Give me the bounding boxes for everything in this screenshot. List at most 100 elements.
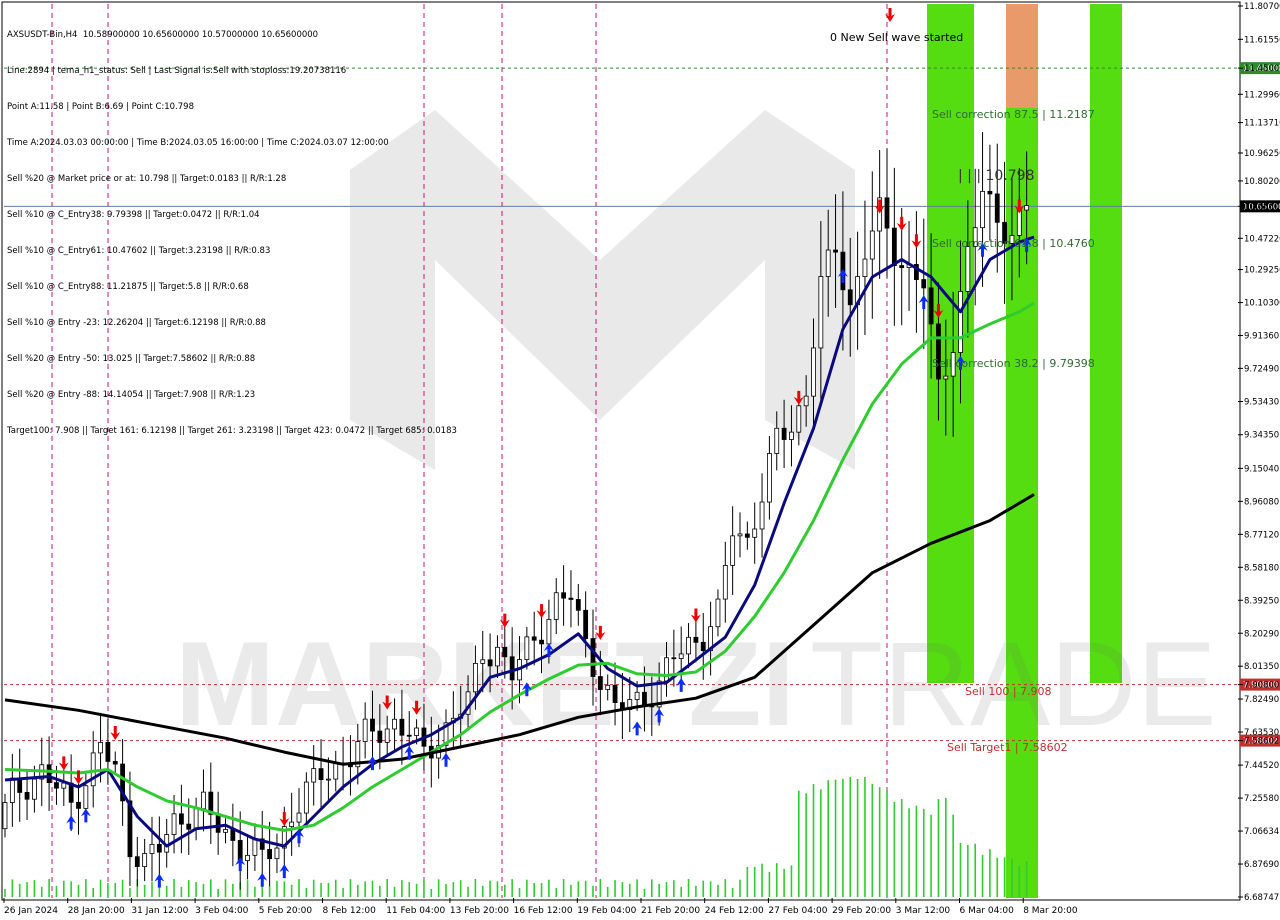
volume-bar: [945, 797, 947, 897]
candle-body: [414, 727, 420, 736]
price-tick-label: 10.96250: [1244, 149, 1280, 159]
candle-body: [752, 528, 758, 538]
correction-875-label: Sell correction 87.5 | 11.2187: [932, 108, 1095, 121]
volume-bar: [783, 868, 785, 897]
candle-body: [531, 636, 537, 641]
point-c-label: | | | 10.798: [958, 168, 1035, 184]
time-tick-label: 24 Feb 12:00: [705, 906, 764, 916]
time-tick-label: 11 Feb 04:00: [386, 906, 445, 916]
volume-bar: [702, 880, 705, 897]
volume-bar: [540, 882, 543, 897]
volume-bar: [930, 814, 932, 897]
volume-bar: [952, 814, 954, 897]
candle-body: [774, 427, 780, 454]
candle-body: [90, 752, 96, 787]
volume-bar: [562, 879, 565, 897]
volume-bar: [276, 880, 278, 897]
volume-bar: [173, 879, 175, 897]
candle-body: [392, 718, 397, 730]
volume-bar: [606, 886, 609, 897]
time-tick-label: 21 Feb 20:00: [641, 906, 700, 916]
volume-bar: [481, 885, 484, 897]
volume-bar: [900, 799, 903, 897]
price-tick-label: 11.45000: [1244, 64, 1280, 74]
price-tick-label: 8.39250: [1244, 596, 1279, 606]
volume-bar: [129, 887, 131, 897]
volume-bar: [753, 866, 756, 897]
candle-body: [333, 762, 339, 780]
volume-bar: [614, 880, 616, 897]
volume-bar: [584, 880, 587, 897]
volume-bar: [504, 884, 506, 897]
volume-bar: [151, 881, 153, 897]
volume-bar: [312, 879, 315, 897]
candle-body: [303, 781, 309, 814]
candle-body: [781, 427, 787, 440]
volume-bar: [548, 879, 550, 897]
volume-bar: [342, 887, 344, 897]
volume-bar: [798, 790, 800, 897]
candle-body: [634, 691, 640, 700]
candle-body: [575, 599, 581, 611]
candle-body: [149, 843, 155, 854]
volume-bar: [812, 784, 815, 897]
candle-body: [252, 838, 258, 856]
price-tick-label: 7.90800: [1244, 681, 1279, 691]
info-line: Sell %20 @ Entry -88: 14.14054 || Target…: [7, 390, 256, 400]
volume-bar: [496, 881, 499, 897]
candle-body: [899, 265, 905, 268]
candle-body: [671, 657, 677, 660]
candle-body: [803, 395, 809, 407]
candle-body: [142, 853, 148, 867]
volume-bar: [143, 884, 146, 897]
price-tick-label: 11.29960: [1244, 90, 1280, 100]
candle-body: [612, 684, 618, 704]
volume-bar: [195, 882, 197, 897]
volume-bar: [107, 882, 109, 897]
volume-bar: [210, 879, 212, 897]
volume-bar: [805, 793, 807, 897]
candle-body: [869, 230, 875, 260]
candle-body: [980, 190, 985, 229]
candle-body: [215, 813, 221, 833]
volume-bar: [349, 879, 352, 897]
volume-bar: [452, 882, 455, 897]
volume-bar: [55, 885, 58, 897]
volume-bar: [673, 880, 675, 897]
volume-bar: [915, 805, 918, 897]
volume-bar: [570, 884, 572, 897]
volume-bar: [768, 871, 771, 897]
volume-bar: [77, 884, 80, 897]
candle-body: [112, 760, 118, 765]
sell-100-label: Sell 100 | 7.908: [965, 685, 1052, 698]
candle-body: [362, 718, 368, 742]
candle-body: [230, 829, 236, 841]
volume-bar: [989, 849, 991, 897]
volume-bar: [254, 886, 256, 897]
price-tick-label: 11.80700: [1244, 2, 1280, 12]
candle-body: [178, 813, 184, 825]
volume-bar: [334, 879, 337, 897]
volume-bar: [1018, 865, 1021, 897]
volume-bar: [1003, 857, 1006, 897]
price-tick-label: 9.15040: [1244, 464, 1279, 474]
candle-body: [98, 741, 103, 754]
price-tick-label: 6.87690: [1244, 860, 1279, 870]
volume-bar: [555, 887, 558, 897]
candle-body: [377, 730, 383, 743]
info-line: Sell %10 @ Entry -23: 12.26204 || Target…: [7, 318, 266, 328]
volume-bar: [290, 884, 293, 897]
watermark-right: TRADE: [810, 617, 1217, 751]
volume-bar: [11, 879, 14, 897]
time-tick-label: 3 Feb 04:00: [195, 906, 249, 916]
volume-bar: [437, 879, 440, 897]
volume-bar: [849, 777, 852, 897]
candle-body: [325, 778, 331, 781]
volume-bar: [180, 886, 183, 897]
candle-body: [296, 812, 302, 823]
volume-bar: [974, 843, 976, 897]
candle-body: [811, 347, 816, 397]
candle-body: [936, 323, 941, 380]
candle-body: [399, 718, 405, 736]
time-tick-label: 19 Feb 04:00: [577, 906, 636, 916]
